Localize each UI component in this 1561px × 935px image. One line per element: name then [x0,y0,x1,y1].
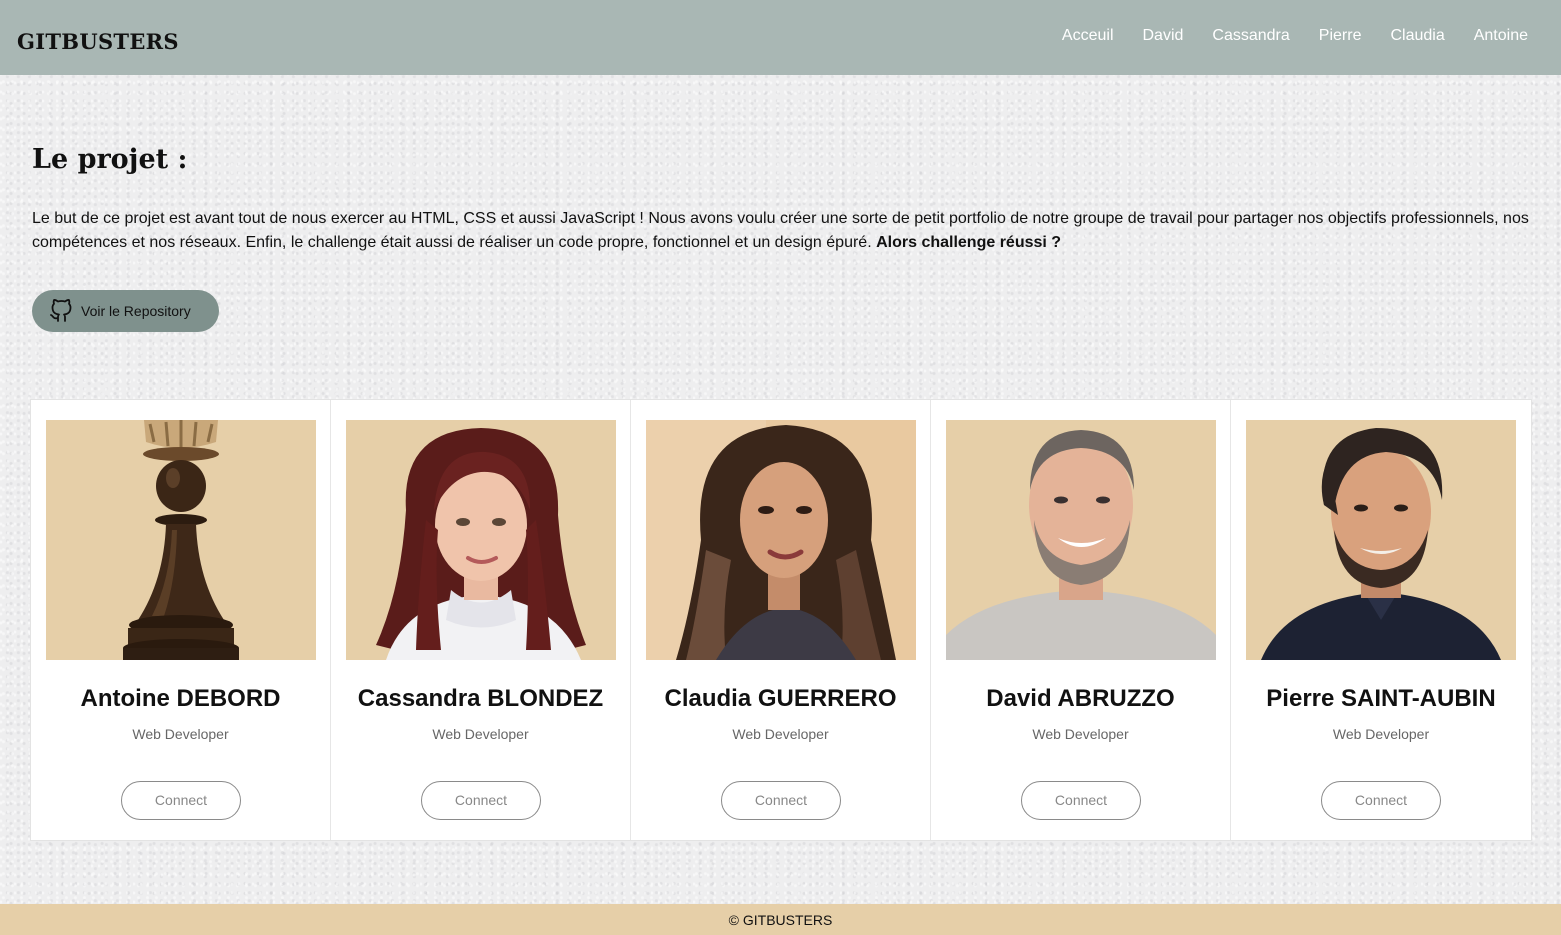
team-grid: Antoine DEBORD Web Developer Connect Cas… [30,399,1532,841]
team-card-david: David ABRUZZO Web Developer Connect [931,400,1231,840]
portrait-photo [346,420,616,660]
view-repository-button[interactable]: Voir le Repository [32,290,219,332]
portrait-photo [946,420,1216,660]
nav-link-cassandra[interactable]: Cassandra [1212,27,1289,45]
member-name: Cassandra BLONDEZ [357,685,604,712]
member-role: Web Developer [432,726,529,742]
nav-link-acceuil[interactable]: Acceuil [1062,27,1114,45]
portrait-photo [646,420,916,660]
nav-link-david[interactable]: David [1143,27,1184,45]
member-role: Web Developer [132,726,229,742]
chess-pawn-photo [46,420,316,660]
main-nav: Acceuil David Cassandra Pierre Claudia A… [1033,27,1528,45]
nav-link-claudia[interactable]: Claudia [1390,27,1444,45]
portrait-photo [1246,420,1516,660]
project-highlight: Alors challenge réussi ? [876,234,1062,251]
member-role: Web Developer [1332,726,1430,742]
team-card-claudia: Claudia GUERRERO Web Developer Connect [631,400,931,840]
github-icon [50,299,72,322]
connect-button-david[interactable]: Connect [1021,781,1141,820]
connect-button-pierre[interactable]: Connect [1321,781,1441,820]
member-photo-claudia [646,420,916,660]
nav-link-antoine[interactable]: Antoine [1474,27,1528,45]
project-title: Le projet : [32,144,188,175]
project-description-text: Le but de ce projet est avant tout de no… [32,210,1529,251]
member-photo-cassandra [346,420,616,660]
connect-button-cassandra[interactable]: Connect [421,781,541,820]
member-photo-antoine [46,420,316,660]
top-navigation-bar: GITBUSTERS Acceuil David Cassandra Pierr… [0,0,1561,75]
member-name: Antoine DEBORD [80,685,281,712]
connect-button-claudia[interactable]: Connect [721,781,841,820]
member-role: Web Developer [732,726,829,742]
connect-button-antoine[interactable]: Connect [121,781,241,820]
team-card-pierre: Pierre SAINT-AUBIN Web Developer Connect [1231,400,1531,840]
member-name: Pierre SAINT-AUBIN [1266,685,1496,712]
team-card-cassandra: Cassandra BLONDEZ Web Developer Connect [331,400,631,840]
site-logo[interactable]: GITBUSTERS [17,29,179,54]
member-photo-david [946,420,1216,660]
member-role: Web Developer [1032,726,1129,742]
footer: © GITBUSTERS [0,904,1561,935]
team-card-antoine: Antoine DEBORD Web Developer Connect [31,400,331,840]
project-description: Le but de ce projet est avant tout de no… [32,207,1532,255]
view-repository-label: Voir le Repository [81,303,191,319]
member-photo-pierre [1246,420,1516,660]
nav-link-pierre[interactable]: Pierre [1319,27,1362,45]
member-name: David ABRUZZO [986,685,1175,712]
footer-copyright: © GITBUSTERS [728,912,833,928]
member-name: Claudia GUERRERO [664,685,897,712]
